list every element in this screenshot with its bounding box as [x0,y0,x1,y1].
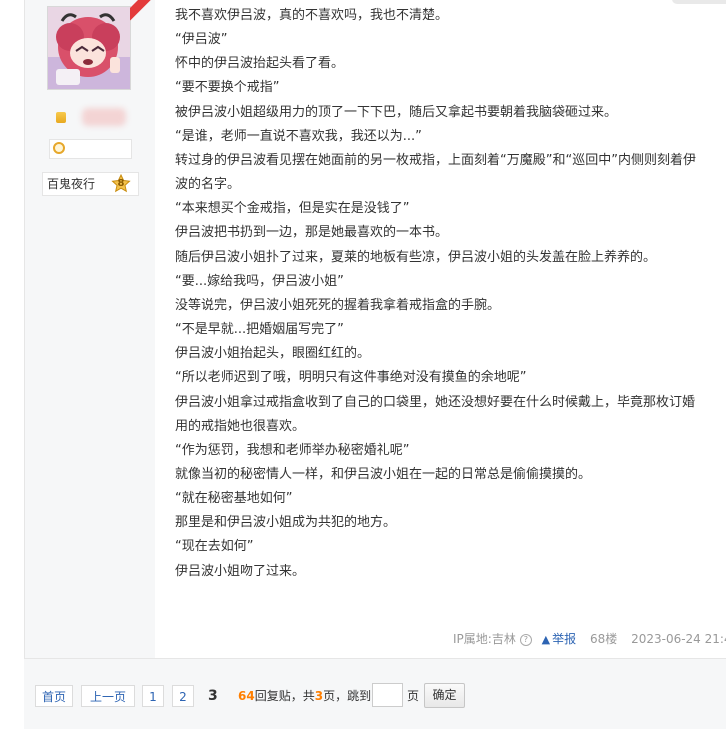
post-content: 我不喜欢伊吕波，真的不喜欢吗，我也不清楚。 “伊吕波” 怀中的伊吕波抬起头看了看。 “… [175,4,726,584]
post-line: “伊吕波” [175,32,228,48]
medal-icon [53,142,65,154]
post-line: “不是早就...把婚姻届写完了” [175,322,344,338]
pagination-bar: 首页 上一页 1 2 3 64回复贴，共3页，跳到 页 确定 [24,658,726,729]
post-line: 伊吕波小姐抬起头，眼圈红红的。 [175,346,371,362]
level-star-icon: 8 [111,174,131,194]
post-line: “要不要换个戒指” [175,80,280,96]
post-line: “现在去如何” [175,539,254,555]
help-icon[interactable]: ? [519,633,532,646]
jump-label: 页，跳到 [323,689,372,703]
post-line: 用的戒指她也很喜欢。 [175,418,306,434]
page-jump-input[interactable] [372,683,403,707]
total-pages: 3 [314,689,324,703]
author-sidebar [25,0,155,658]
post-line: “是谁，老师一直说不喜欢我，我还以为...” [175,128,422,144]
post-line: 没等说完，伊吕波小姐死死的握着我拿着戒指盒的手腕。 [175,297,501,313]
post-line: “作为惩罚，我想和老师举办秘密婚礼呢” [175,442,410,458]
post-line: 我不喜欢伊吕波，真的不喜欢吗，我也不清楚。 [175,8,449,23]
report-icon[interactable]: ▲ [542,633,550,646]
reply-count: 64 [238,689,255,703]
post-line: 转过身的伊吕波看见摆在她面前的另一枚戒指，上面刻着“万魔殿”和“巡回中”内侧则刻… [175,152,696,168]
vip-icon [56,112,66,123]
post-line: 那里是和伊吕波小姐成为共犯的地方。 [175,515,397,531]
page-2-button[interactable]: 2 [172,685,194,707]
confirm-jump-button[interactable]: 确定 [424,683,465,708]
avatar[interactable] [47,6,131,90]
page-1-button[interactable]: 1 [142,685,164,707]
corner-ribbon [130,0,154,22]
first-page-button[interactable]: 首页 [35,685,73,707]
forum-name: 百鬼夜行 [47,177,96,191]
post-line: 随后伊吕波小姐扑了过来，夏莱的地板有些凉，伊吕波小姐的头发盖在脸上养养的。 [175,249,657,265]
post-line: “就在秘密基地如何” [175,491,293,507]
post-timestamp: 2023-06-24 21:46 [631,632,726,646]
post-line: 伊吕波小姐拿过戒指盒收到了自己的口袋里，她还没想好要在什么时候戴上，毕竟那枚订婚 [175,394,696,410]
forum-level-number: 8 [117,178,125,189]
honor-badge[interactable] [49,139,132,159]
post-line: 就像当初的秘密情人一样，和伊吕波小姐在一起的日常总是偷偷摸摸的。 [175,466,592,482]
username-redacted [82,108,126,126]
current-page: 3 [208,688,218,704]
post-line: “所以老师迟到了哦，明明只有这件事绝对没有摸鱼的余地呢” [175,370,527,386]
post-line: “要...嫁给我吗，伊吕波小姐” [175,273,344,289]
post-line: “本来想买个金戒指，但是实在是没钱了” [175,201,410,217]
reply-summary: 64回复贴，共3页，跳到 [238,685,371,707]
floor-number: 68楼 [589,632,618,646]
prev-page-button[interactable]: 上一页 [81,685,135,707]
post-meta: IP属地:吉林? ▲举报 68楼 2023-06-24 21:46 [453,630,726,648]
reply-suffix: 回复贴，共 [254,689,315,703]
post-line: 被伊吕波小姐超级用力的顶了一下下巴，随后又拿起书要朝着我脑袋砸过来。 [175,104,618,120]
post-line: 伊吕波小姐吻了过来。 [175,563,306,579]
page-unit-label: 页 [407,689,420,703]
username-row[interactable] [56,108,134,126]
post-line: 伊吕波把书扔到一边，那是她最喜欢的一本书。 [175,225,449,241]
report-link[interactable]: 举报 [552,632,576,646]
post-line: 波的名字。 [175,177,241,193]
ip-location: IP属地:吉林 [453,632,516,646]
post-line: 怀中的伊吕波抬起头看了看。 [175,56,345,72]
forum-level-badge[interactable]: 百鬼夜行 8 [42,172,139,196]
